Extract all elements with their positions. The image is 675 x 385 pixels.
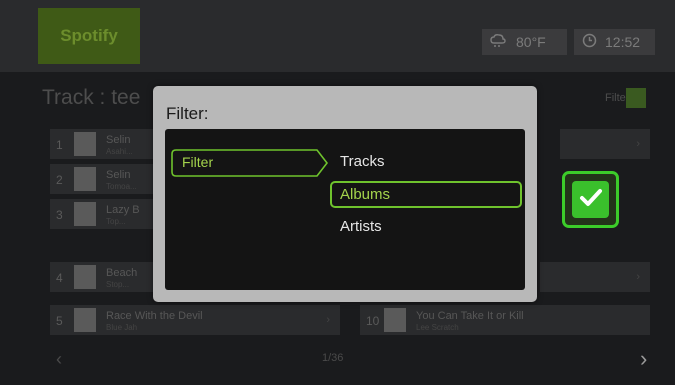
- dialog-panel: Filter Tracks Albums Artists: [165, 129, 525, 290]
- item-title: You Can Take It or Kill: [416, 310, 524, 322]
- list-item[interactable]: ›: [540, 262, 650, 292]
- item-number: 3: [56, 208, 63, 222]
- item-artist: Top...: [106, 217, 126, 226]
- album-thumbnail: [74, 265, 96, 289]
- item-title: Selin: [106, 169, 131, 181]
- top-bar: Spotify 80°F 12:52: [0, 0, 675, 72]
- clock-widget: 12:52: [574, 29, 655, 55]
- filter-category-button[interactable]: Filter: [171, 149, 329, 177]
- item-artist: Asahi...: [106, 147, 133, 156]
- temperature-label: 80°F: [516, 34, 546, 50]
- item-title: Lazy B: [106, 204, 140, 216]
- item-artist: Blue Jah: [106, 323, 138, 332]
- snow-cloud-icon: [490, 33, 506, 51]
- album-thumbnail: [74, 308, 96, 332]
- item-arrow-icon: ›: [636, 138, 640, 150]
- item-title: Selin: [106, 134, 131, 146]
- previous-page-icon[interactable]: ‹: [56, 349, 62, 370]
- album-thumbnail: [384, 308, 406, 332]
- next-page-icon[interactable]: ›: [640, 346, 647, 372]
- clock-icon: [582, 33, 597, 51]
- spotify-logo: Spotify: [38, 8, 140, 64]
- confirm-button[interactable]: [562, 171, 619, 228]
- item-number: 1: [56, 138, 63, 152]
- item-number: 10: [366, 314, 380, 328]
- ok-inner: [572, 181, 609, 218]
- item-artist: Stop...: [106, 280, 130, 289]
- filter-button-label: Filter: [182, 154, 214, 170]
- page-title: Track : tee: [42, 86, 141, 109]
- album-thumbnail: [74, 167, 96, 191]
- screen: Spotify 80°F 12:52 Track : tee Filter 1 …: [0, 0, 675, 385]
- list-item[interactable]: 10 You Can Take It or Kill Lee Scratch: [360, 305, 650, 335]
- filter-toggle-button[interactable]: [626, 88, 646, 108]
- page-indicator: 1/36: [322, 352, 344, 364]
- checkmark-icon: [579, 187, 603, 212]
- option-artists[interactable]: Artists: [330, 213, 522, 240]
- item-number: 4: [56, 271, 63, 285]
- weather-widget: 80°F: [482, 29, 567, 55]
- item-number: 2: [56, 173, 63, 187]
- option-albums[interactable]: Albums: [330, 181, 522, 208]
- dialog-title: Filter:: [166, 104, 209, 123]
- item-title: Beach: [106, 267, 138, 279]
- item-arrow-icon: ›: [636, 271, 640, 283]
- time-label: 12:52: [605, 34, 641, 50]
- item-artist: Tomoa...: [106, 182, 137, 191]
- item-arrow-icon: ›: [326, 314, 330, 326]
- list-item[interactable]: ›: [560, 129, 650, 159]
- item-title: Race With the Devil: [106, 310, 203, 322]
- list-item[interactable]: 5 Race With the Devil Blue Jah ›: [50, 305, 340, 335]
- option-tracks[interactable]: Tracks: [330, 148, 522, 175]
- album-thumbnail: [74, 202, 96, 226]
- filter-dialog: Filter: Filter Tracks Albums Artists: [153, 86, 537, 302]
- item-artist: Lee Scratch: [416, 323, 459, 332]
- item-number: 5: [56, 314, 63, 328]
- album-thumbnail: [74, 132, 96, 156]
